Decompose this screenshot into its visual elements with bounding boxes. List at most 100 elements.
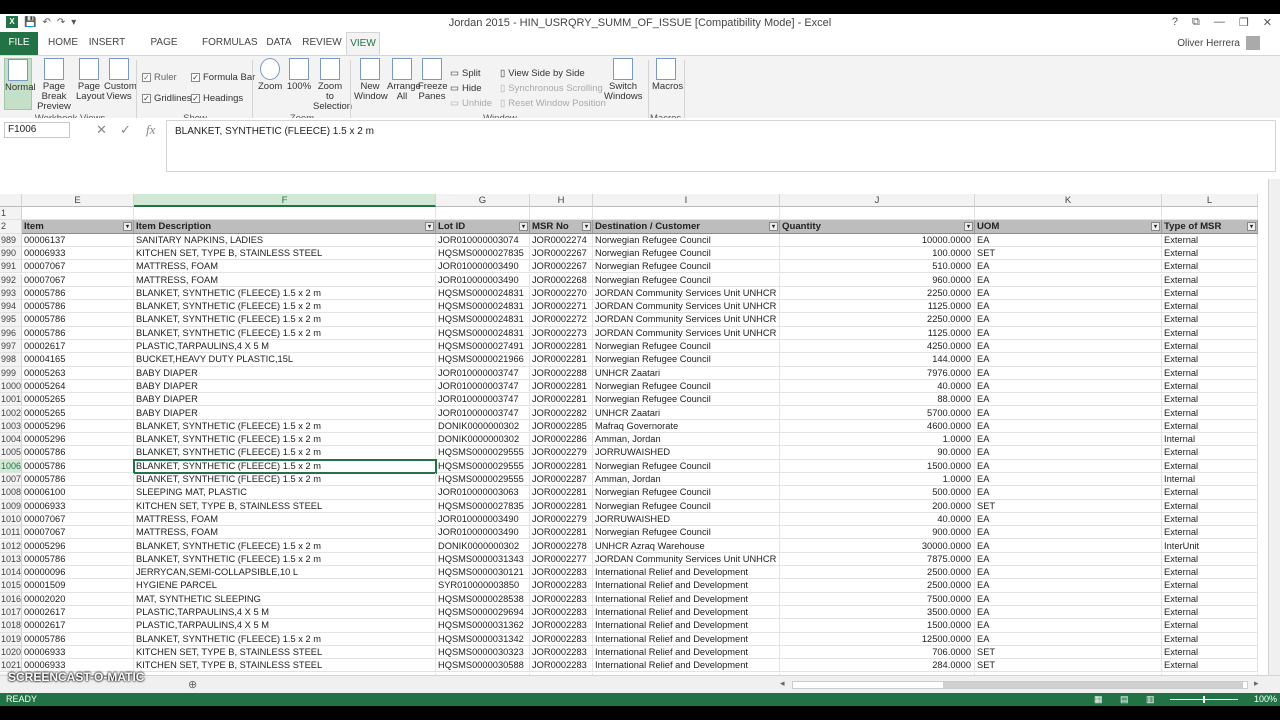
vertical-scrollbar[interactable] [1268, 179, 1280, 689]
column-header-k[interactable]: K [975, 194, 1162, 207]
table-cell[interactable]: JOR0002279 [530, 512, 593, 527]
column-header-e[interactable]: E [22, 194, 134, 207]
view-side-by-side-button[interactable]: ▯ View Side by Side [500, 68, 585, 79]
table-cell[interactable]: BLANKET, SYNTHETIC (FLEECE) 1.5 x 2 m [134, 552, 436, 567]
table-cell[interactable]: External [1162, 260, 1258, 274]
empty-cell[interactable] [975, 207, 1162, 221]
table-cell[interactable]: DONIK0000000302 [436, 419, 530, 434]
empty-cell[interactable] [530, 207, 593, 221]
table-cell[interactable]: External [1162, 446, 1258, 460]
table-cell[interactable]: 1125.0000 [780, 300, 975, 314]
table-cell[interactable]: External [1162, 566, 1258, 580]
table-cell[interactable]: JOR0002287 [530, 473, 593, 487]
row-number[interactable]: 1003 [0, 419, 22, 434]
table-cell[interactable]: EA [975, 446, 1162, 460]
table-cell[interactable]: 2500.0000 [780, 579, 975, 593]
insert-function-icon[interactable]: fx [146, 122, 155, 138]
table-cell[interactable]: BUCKET,HEAVY DUTY PLASTIC,15L [134, 353, 436, 367]
row-number[interactable]: 1005 [0, 446, 22, 460]
table-cell[interactable]: External [1162, 273, 1258, 287]
table-cell[interactable]: JOR010000003490 [436, 526, 530, 540]
table-cell[interactable]: EA [975, 406, 1162, 420]
row-number[interactable]: 1 [0, 207, 22, 221]
table-cell[interactable]: JERRYCAN,SEMI-COLLAPSIBLE,10 L [134, 566, 436, 580]
table-cell[interactable]: International Relief and Development [593, 592, 780, 606]
table-cell[interactable]: SET [975, 246, 1162, 261]
table-cell[interactable]: JOR0002279 [530, 446, 593, 460]
spreadsheet-grid[interactable]: E F G H I J K L 1 2 Item ▾ Item Description ▾ Lot ID ▾ M… [0, 179, 1268, 687]
row-number[interactable]: 1014 [0, 566, 22, 580]
table-header-cell[interactable]: Lot ID ▾ [436, 220, 530, 234]
table-header-cell[interactable]: Quantity ▾ [780, 220, 975, 234]
new-window-button[interactable]: New Window [354, 58, 388, 102]
column-header-f[interactable]: F [134, 194, 436, 207]
table-cell[interactable]: International Relief and Development [593, 579, 780, 593]
row-number[interactable]: 2 [0, 220, 22, 234]
table-cell[interactable]: JOR010000003490 [436, 512, 530, 527]
table-cell[interactable]: HQSMS0000030323 [436, 645, 530, 660]
page-break-preview-button[interactable]: Page Break Preview [34, 58, 74, 112]
table-cell[interactable]: External [1162, 579, 1258, 593]
table-cell[interactable]: Amman, Jordan [593, 473, 780, 487]
row-number[interactable]: 992 [0, 273, 22, 287]
table-cell[interactable]: UNHCR Azraq Warehouse [593, 539, 780, 553]
table-cell[interactable]: EA [975, 233, 1162, 247]
row-number[interactable]: 1010 [0, 512, 22, 527]
row-number[interactable]: 1008 [0, 486, 22, 500]
table-cell[interactable]: Norwegian Refugee Council [593, 486, 780, 500]
table-header-cell[interactable]: Destination / Customer ▾ [593, 220, 780, 234]
table-cell[interactable]: 88.0000 [780, 393, 975, 407]
table-cell[interactable]: HQSMS0000029555 [436, 446, 530, 460]
table-cell[interactable]: 00005265 [22, 406, 134, 420]
table-cell[interactable]: JORRUWAISHED [593, 512, 780, 527]
column-header-h[interactable]: H [530, 194, 593, 207]
filter-dropdown-icon[interactable]: ▾ [769, 222, 778, 232]
column-header-l[interactable]: L [1162, 194, 1258, 207]
table-cell[interactable]: 00005263 [22, 366, 134, 380]
table-cell[interactable]: External [1162, 246, 1258, 261]
table-cell[interactable]: EA [975, 433, 1162, 447]
table-cell[interactable]: HQSMS0000024831 [436, 286, 530, 301]
table-cell[interactable]: UNHCR Zaatari [593, 366, 780, 380]
table-header-cell[interactable]: Type of MSR ▾ [1162, 220, 1258, 234]
table-cell[interactable]: JOR010000003490 [436, 260, 530, 274]
filter-dropdown-icon[interactable]: ▾ [123, 222, 132, 232]
table-cell[interactable]: 00005786 [22, 552, 134, 567]
filter-dropdown-icon[interactable]: ▾ [964, 222, 973, 232]
table-cell[interactable]: EA [975, 326, 1162, 340]
table-cell[interactable]: EA [975, 340, 1162, 354]
table-cell[interactable]: EA [975, 273, 1162, 287]
table-cell[interactable]: 00005786 [22, 473, 134, 487]
tab-file[interactable]: FILE [0, 32, 38, 55]
table-cell[interactable]: KITCHEN SET, TYPE B, STAINLESS STEEL [134, 645, 436, 660]
headings-checkbox[interactable]: ✓ Headings [191, 93, 243, 104]
tab-page-layout[interactable]: PAGE LAYOUT [132, 32, 196, 70]
help-icon[interactable]: ? [1172, 16, 1178, 29]
row-number[interactable]: 1002 [0, 406, 22, 420]
table-cell[interactable]: 00007067 [22, 526, 134, 540]
table-cell[interactable]: UNHCR Zaatari [593, 406, 780, 420]
table-cell[interactable]: 00000096 [22, 566, 134, 580]
table-cell[interactable]: 10000.0000 [780, 233, 975, 247]
table-cell[interactable]: External [1162, 340, 1258, 354]
filter-dropdown-icon[interactable]: ▾ [1247, 222, 1256, 232]
horizontal-scrollbar[interactable] [792, 681, 1248, 689]
table-cell[interactable]: 00005786 [22, 286, 134, 301]
table-cell[interactable]: MATTRESS, FOAM [134, 526, 436, 540]
table-cell[interactable]: 00005296 [22, 433, 134, 447]
table-cell[interactable]: EA [975, 552, 1162, 567]
table-cell[interactable]: JOR0002281 [530, 459, 593, 473]
table-cell[interactable]: BABY DIAPER [134, 366, 436, 380]
row-number[interactable]: 1019 [0, 632, 22, 646]
table-cell[interactable]: International Relief and Development [593, 566, 780, 580]
table-cell[interactable]: EA [975, 286, 1162, 301]
table-cell[interactable]: BLANKET, SYNTHETIC (FLEECE) 1.5 x 2 m [134, 632, 436, 646]
table-cell[interactable]: External [1162, 459, 1258, 473]
table-cell[interactable]: EA [975, 526, 1162, 540]
table-cell[interactable]: External [1162, 286, 1258, 301]
table-cell[interactable]: JOR0002281 [530, 393, 593, 407]
table-cell[interactable]: HQSMS0000028538 [436, 592, 530, 606]
table-cell[interactable]: SET [975, 645, 1162, 660]
table-cell[interactable]: 2250.0000 [780, 286, 975, 301]
table-cell[interactable]: 00002020 [22, 592, 134, 606]
